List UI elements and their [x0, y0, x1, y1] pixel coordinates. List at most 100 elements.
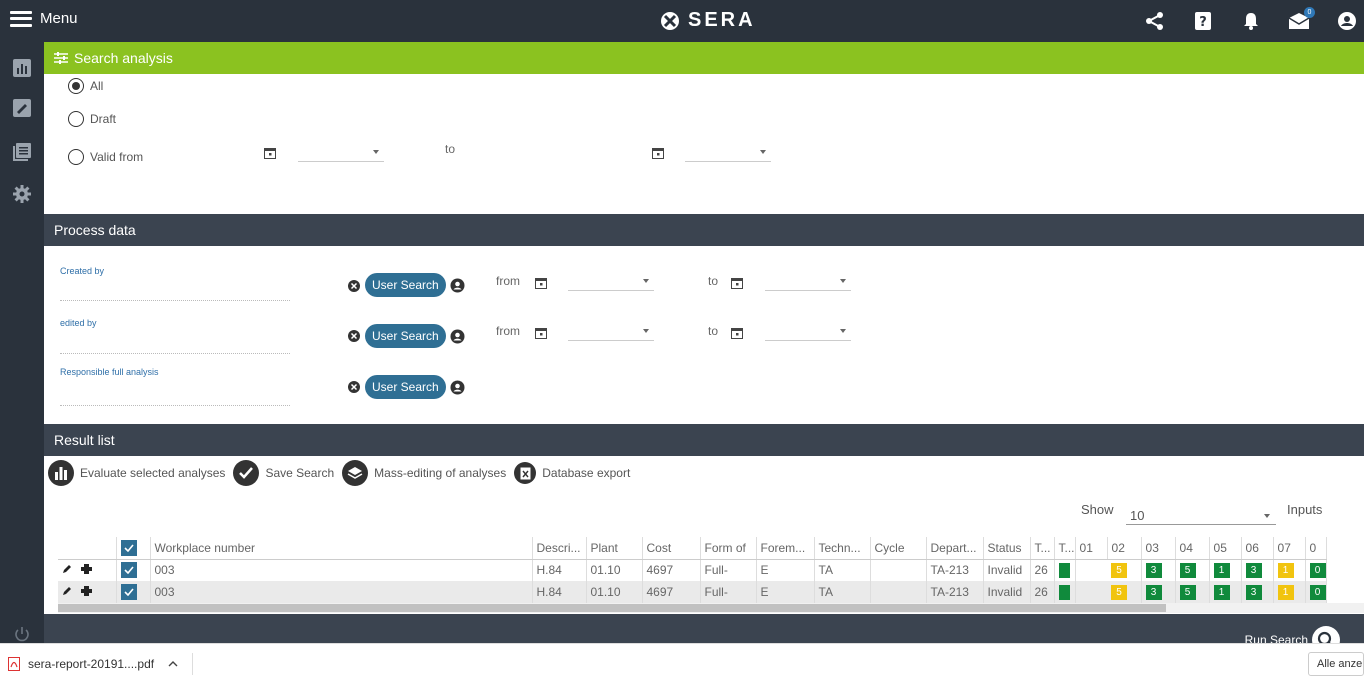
calendar-icon[interactable] [731, 277, 743, 289]
calendar-icon[interactable] [731, 327, 743, 339]
created-by-input[interactable] [60, 300, 290, 301]
cell-plant: 01.10 [586, 559, 643, 581]
library-icon[interactable] [12, 142, 32, 162]
radio-draft[interactable]: Draft [68, 111, 116, 127]
checkbox-checked-icon[interactable] [120, 539, 137, 556]
edited-from-date-select[interactable] [568, 323, 654, 341]
menu-button[interactable]: Menu [10, 10, 78, 27]
results-table: Workplace number Descri... Plant Cost Fo… [58, 537, 1327, 603]
header-01[interactable]: 01 [1075, 537, 1108, 560]
edited-to-label: to [708, 324, 719, 338]
header-08[interactable]: 0 [1305, 537, 1327, 560]
responsible-input[interactable] [60, 405, 290, 406]
download-item[interactable]: sera-report-20191....pdf [8, 653, 194, 675]
user-search-button[interactable]: User Search [365, 375, 446, 399]
cell-cycle [870, 581, 927, 603]
rating-cell: 1 [1277, 584, 1294, 600]
user-icon[interactable] [450, 278, 465, 293]
svg-text:?: ? [1199, 15, 1207, 30]
header-plant[interactable]: Plant [586, 537, 643, 560]
radio-valid-indicator[interactable] [68, 149, 84, 165]
calendar-icon[interactable] [535, 327, 547, 339]
header-depart[interactable]: Depart... [926, 537, 984, 560]
header-forem[interactable]: Forem... [756, 537, 815, 560]
header-descr[interactable]: Descri... [532, 537, 587, 560]
calendar-icon[interactable] [535, 277, 547, 289]
print-icon[interactable] [81, 586, 93, 596]
header-06[interactable]: 06 [1241, 537, 1274, 560]
edited-to-date-select[interactable] [765, 323, 851, 341]
header-t2[interactable]: T... [1054, 537, 1076, 560]
scrollbar-thumb[interactable] [58, 604, 1166, 612]
row-checkbox[interactable] [116, 559, 151, 581]
header-t1[interactable]: T... [1030, 537, 1055, 560]
radio-valid-label: Valid from [90, 150, 144, 164]
show-label: Show [1081, 502, 1114, 517]
header-techn[interactable]: Techn... [814, 537, 871, 560]
header-03[interactable]: 03 [1141, 537, 1176, 560]
database-export-button[interactable]: Database export [514, 462, 630, 484]
page-size-select[interactable]: 10 [1126, 505, 1276, 525]
rating-cell: 0 [1309, 562, 1326, 578]
mail-icon[interactable]: 0 [1288, 7, 1315, 32]
print-icon[interactable] [81, 564, 93, 575]
analytics-icon[interactable] [12, 58, 32, 78]
share-icon[interactable] [1144, 10, 1166, 32]
chevron-up-icon[interactable] [168, 661, 178, 667]
user-icon[interactable] [450, 380, 465, 395]
horizontal-scrollbar[interactable] [58, 603, 1364, 613]
checkmark-icon [233, 460, 260, 486]
help-icon[interactable]: ? [1192, 10, 1214, 32]
checkbox-checked-icon[interactable] [120, 562, 137, 579]
pencil-edit-icon[interactable] [62, 564, 72, 574]
clear-icon[interactable] [348, 280, 360, 292]
radio-valid-from[interactable]: Valid from [68, 149, 143, 165]
evaluate-selected-button[interactable]: Evaluate selected analyses [48, 460, 225, 486]
edited-by-input[interactable] [60, 353, 290, 354]
radio-draft-indicator[interactable] [68, 111, 84, 127]
row-actions [58, 559, 117, 581]
checkbox-checked-icon[interactable] [120, 584, 137, 600]
edit-icon[interactable] [12, 98, 32, 118]
header-02[interactable]: 02 [1107, 537, 1142, 560]
valid-from-date-select[interactable] [298, 144, 384, 162]
row-actions [58, 581, 117, 603]
save-search-button[interactable]: Save Search [233, 460, 334, 486]
radio-all[interactable]: All [68, 78, 103, 94]
settings-gear-icon[interactable] [12, 184, 32, 204]
pencil-edit-icon[interactable] [62, 586, 72, 596]
row-checkbox[interactable] [116, 581, 151, 603]
power-icon[interactable] [12, 624, 32, 644]
bell-icon[interactable] [1240, 10, 1262, 32]
header-status[interactable]: Status [983, 537, 1031, 560]
clear-icon[interactable] [348, 330, 360, 342]
clear-icon[interactable] [348, 381, 360, 393]
radio-all-indicator[interactable] [68, 78, 84, 94]
select-all-checkbox[interactable] [116, 537, 151, 560]
user-search-button[interactable]: User Search [365, 324, 446, 348]
mass-editing-button[interactable]: Mass-editing of analyses [342, 460, 506, 486]
calendar-icon[interactable] [652, 147, 664, 159]
created-from-date-select[interactable] [568, 273, 654, 291]
header-05[interactable]: 05 [1209, 537, 1242, 560]
search-analysis-header: Search analysis [44, 42, 1364, 74]
user-account-icon[interactable] [1336, 10, 1358, 32]
header-form[interactable]: Form of [700, 537, 757, 560]
user-icon[interactable] [450, 329, 465, 344]
table-row[interactable]: 003 H.84 01.10 4697 Full- E TA TA-213 In… [58, 581, 1327, 603]
created-to-date-select[interactable] [765, 273, 851, 291]
header-07[interactable]: 07 [1273, 537, 1306, 560]
cell-workplace: 003 [150, 581, 533, 603]
table-row[interactable]: 003 H.84 01.10 4697 Full- E TA TA-213 In… [58, 559, 1327, 581]
pdf-file-icon [8, 657, 20, 671]
user-search-button[interactable]: User Search [365, 273, 446, 297]
show-all-downloads-button[interactable]: Alle anzeigen [1308, 652, 1364, 676]
rating-cell: 3 [1145, 562, 1162, 578]
header-04[interactable]: 04 [1175, 537, 1210, 560]
valid-to-date-select[interactable] [685, 144, 771, 162]
calendar-icon[interactable] [264, 147, 276, 159]
header-workplace[interactable]: Workplace number [150, 537, 533, 560]
header-cost[interactable]: Cost [642, 537, 701, 560]
header-cycle[interactable]: Cycle [870, 537, 927, 560]
rating-cell: 1 [1213, 562, 1230, 578]
